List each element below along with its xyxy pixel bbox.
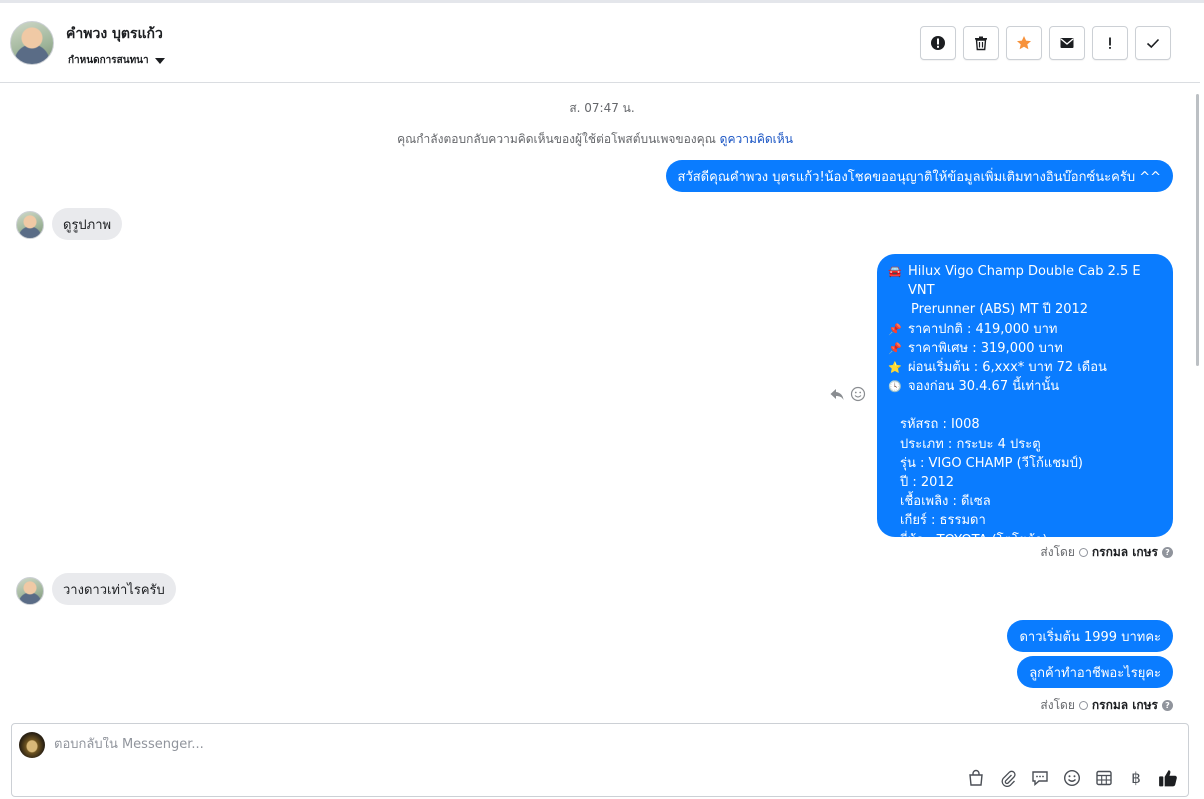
card-price-normal: ราคาปกติ : 419,000 บาท — [908, 321, 1058, 337]
card-gear: เกียร์ : ธรรมดา — [900, 513, 986, 529]
card-title-line: 🚘 Hilux Vigo Champ Double Cab 2.5 E VNT — [888, 262, 1163, 300]
thumbs-up-icon — [1159, 770, 1177, 787]
sent-by-name[interactable]: กรกมล เกษร — [1092, 543, 1158, 562]
contact-avatar-small[interactable] — [16, 211, 44, 239]
reply-note-text: คุณกำลังตอบกลับความคิดเห็นของผู้ใช้ต่อโพ… — [397, 132, 716, 146]
envelope-icon — [1060, 38, 1074, 48]
header-actions — [920, 26, 1171, 60]
sent-by-info: ส่งโดย กรกมล เกษร ? — [1040, 696, 1173, 715]
card-booking: จองก่อน 30.4.67 นี้เท่านั้น — [908, 379, 1060, 395]
card-price-normal-line: 📌 ราคาปกติ : 419,000 บาท — [888, 320, 1163, 339]
agent-icon — [1078, 701, 1088, 710]
appointment-icon — [1096, 770, 1112, 786]
card-title-1: Hilux Vigo Champ Double Cab 2.5 E VNT — [908, 264, 1141, 299]
star-emoji-icon: ⭐ — [888, 361, 902, 375]
card-model: รุ่น : VIGO CHAMP (วีโก้แชมป์) — [900, 455, 1083, 471]
comment-reply-note: คุณกำลังตอบกลับความคิดเห็นของผู้ใช้ต่อโพ… — [0, 130, 1190, 149]
composer-tools: ฿ — [966, 768, 1178, 788]
card-price-special-line: 📌 ราคาพิเศษ : 319,000 บาท — [888, 339, 1163, 358]
mark-done-button[interactable] — [1135, 26, 1171, 60]
card-year: ปี : 2012 — [900, 475, 954, 491]
card-installment: ผ่อนเริ่มต้น : 6,xxx* บาท 72 เดือน — [908, 360, 1107, 376]
star-button[interactable] — [1006, 26, 1042, 60]
trash-icon — [975, 36, 987, 51]
message-text: สวัสดีคุณคำพวง บุตรแก้ว!น้องโชคขออนุญาติ… — [677, 169, 1161, 185]
page-avatar — [19, 732, 45, 758]
like-button[interactable] — [1158, 768, 1178, 788]
card-code: รหัสรถ : I008 — [900, 417, 980, 433]
card-spacer — [888, 396, 1163, 415]
attach-button[interactable] — [998, 768, 1018, 788]
messenger-inbox-thread: คำพวง บุตรแก้ว กำหนดการสนทนา ส. 07:47 น.… — [0, 0, 1204, 799]
reply-composer: ฿ — [11, 723, 1189, 797]
card-price-special: ราคาพิเศษ : 319,000 บาท — [908, 340, 1063, 356]
outgoing-message[interactable]: ลูกค้าทำอาชีพอะไรยุคะ — [1017, 656, 1173, 688]
contact-avatar[interactable] — [10, 21, 54, 65]
help-icon[interactable]: ? — [1162, 547, 1173, 558]
mark-important-button[interactable] — [1092, 26, 1128, 60]
card-fuel: เชื้อเพลิง : ดีเซล — [900, 494, 991, 510]
reply-arrow-icon[interactable] — [829, 386, 845, 402]
sent-by-info: ส่งโดย กรกมล เกษร ? — [1040, 543, 1173, 562]
thread-header: คำพวง บุตรแก้ว กำหนดการสนทนา — [0, 3, 1200, 83]
card-installment-line: ⭐ ผ่อนเริ่มต้น : 6,xxx* บาท 72 เดือน — [888, 358, 1163, 377]
saved-reply-icon — [1032, 771, 1048, 787]
emoji-icon — [1063, 769, 1081, 787]
report-spam-icon — [931, 36, 945, 50]
scrollbar-thumb[interactable] — [1196, 94, 1199, 366]
outgoing-message[interactable]: สวัสดีคุณคำพวง บุตรแก้ว!น้องโชคขออนุญาติ… — [665, 160, 1173, 192]
card-title-2: Prerunner (ABS) MT ปี 2012 — [911, 302, 1089, 318]
star-icon — [1017, 36, 1031, 50]
incoming-message[interactable]: ดูรูปภาพ — [52, 208, 123, 240]
report-spam-button[interactable] — [920, 26, 956, 60]
checkmark-icon — [1146, 38, 1160, 49]
message-timestamp: ส. 07:47 น. — [569, 101, 635, 115]
sent-by-label: ส่งโดย — [1040, 545, 1075, 559]
payment-button[interactable]: ฿ — [1126, 768, 1146, 788]
emoji-react-icon[interactable] — [850, 386, 866, 402]
baht-icon: ฿ — [1131, 769, 1141, 787]
reply-input[interactable] — [54, 737, 954, 752]
message-text: ดาวเริ่มต้น 1999 บาทคะ — [1019, 629, 1161, 645]
appointment-button[interactable] — [1094, 768, 1114, 788]
view-comment-link[interactable]: ดูความคิดเห็น — [720, 132, 793, 146]
shop-button[interactable] — [966, 768, 986, 788]
conversation-settings-label: กำหนดการสนทนา — [68, 55, 149, 66]
caret-down-icon — [154, 57, 165, 64]
outgoing-message[interactable]: ดาวเริ่มต้น 1999 บาทคะ — [1007, 620, 1173, 652]
pin-icon: 📌 — [888, 341, 902, 355]
thread-scrollbar[interactable] — [1194, 84, 1202, 716]
message-hover-tools — [829, 386, 866, 402]
help-icon[interactable]: ? — [1162, 700, 1173, 711]
mark-unread-button[interactable] — [1049, 26, 1085, 60]
contact-avatar-small[interactable] — [16, 577, 44, 605]
card-type: ประเภท : กระบะ 4 ประตู — [900, 436, 1041, 452]
sent-by-label: ส่งโดย — [1040, 698, 1075, 712]
car-icon: 🚘 — [888, 265, 902, 278]
message-text: วางดาวเท่าไรครับ — [63, 582, 165, 598]
clock-icon: 🕓 — [888, 380, 902, 394]
card-title-line-2: Prerunner (ABS) MT ปี 2012 — [888, 300, 1163, 319]
emoji-button[interactable] — [1062, 768, 1082, 788]
pin-icon: 📌 — [888, 322, 902, 336]
contact-name[interactable]: คำพวง บุตรแก้ว — [66, 23, 163, 45]
paperclip-icon — [1001, 770, 1016, 787]
incoming-message[interactable]: วางดาวเท่าไรครับ — [52, 573, 176, 605]
car-listing-message[interactable]: 🚘 Hilux Vigo Champ Double Cab 2.5 E VNT P… — [877, 254, 1173, 548]
delete-button[interactable] — [963, 26, 999, 60]
conversation-settings-dropdown[interactable]: กำหนดการสนทนา — [68, 53, 165, 68]
message-text: ดูรูปภาพ — [63, 217, 112, 233]
bag-icon — [969, 769, 983, 786]
message-text: ลูกค้าทำอาชีพอะไรยุคะ — [1029, 665, 1161, 681]
sent-by-name[interactable]: กรกมล เกษร — [1092, 696, 1158, 715]
saved-reply-button[interactable] — [1030, 768, 1050, 788]
agent-icon — [1078, 548, 1088, 557]
card-booking-line: 🕓 จองก่อน 30.4.67 นี้เท่านั้น — [888, 377, 1163, 396]
exclamation-icon — [1109, 37, 1111, 49]
